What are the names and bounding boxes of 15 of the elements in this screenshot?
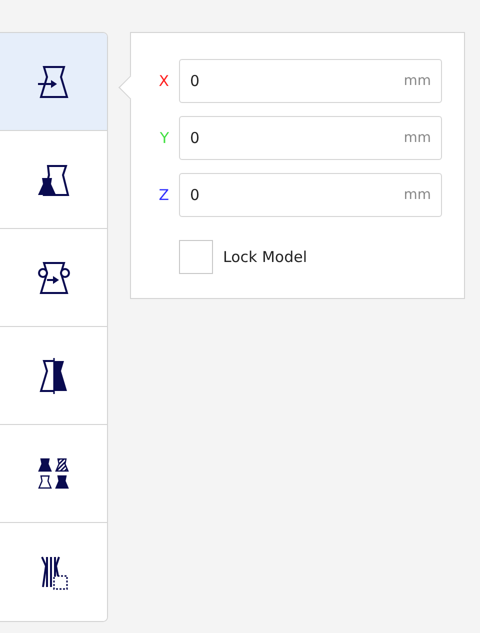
field-value: 0	[190, 72, 201, 90]
field-value: 0	[190, 186, 201, 204]
coordinate-field[interactable]: 0 mm	[179, 116, 442, 160]
unit-label: mm	[404, 187, 431, 203]
axis-label: Y	[158, 129, 169, 147]
tool-button[interactable]	[0, 33, 107, 131]
field-value: 0	[190, 129, 201, 147]
unit-label: mm	[404, 73, 431, 89]
checkbox-label: Lock Model	[223, 248, 308, 266]
coordinate-field[interactable]: 0 mm	[179, 173, 442, 217]
axis-label: Z	[158, 186, 169, 204]
unit-label: mm	[404, 130, 431, 146]
coordinate-field[interactable]: 0 mm	[179, 59, 442, 103]
lock-model-checkbox[interactable]	[179, 240, 213, 274]
axis-label: X	[158, 72, 169, 90]
